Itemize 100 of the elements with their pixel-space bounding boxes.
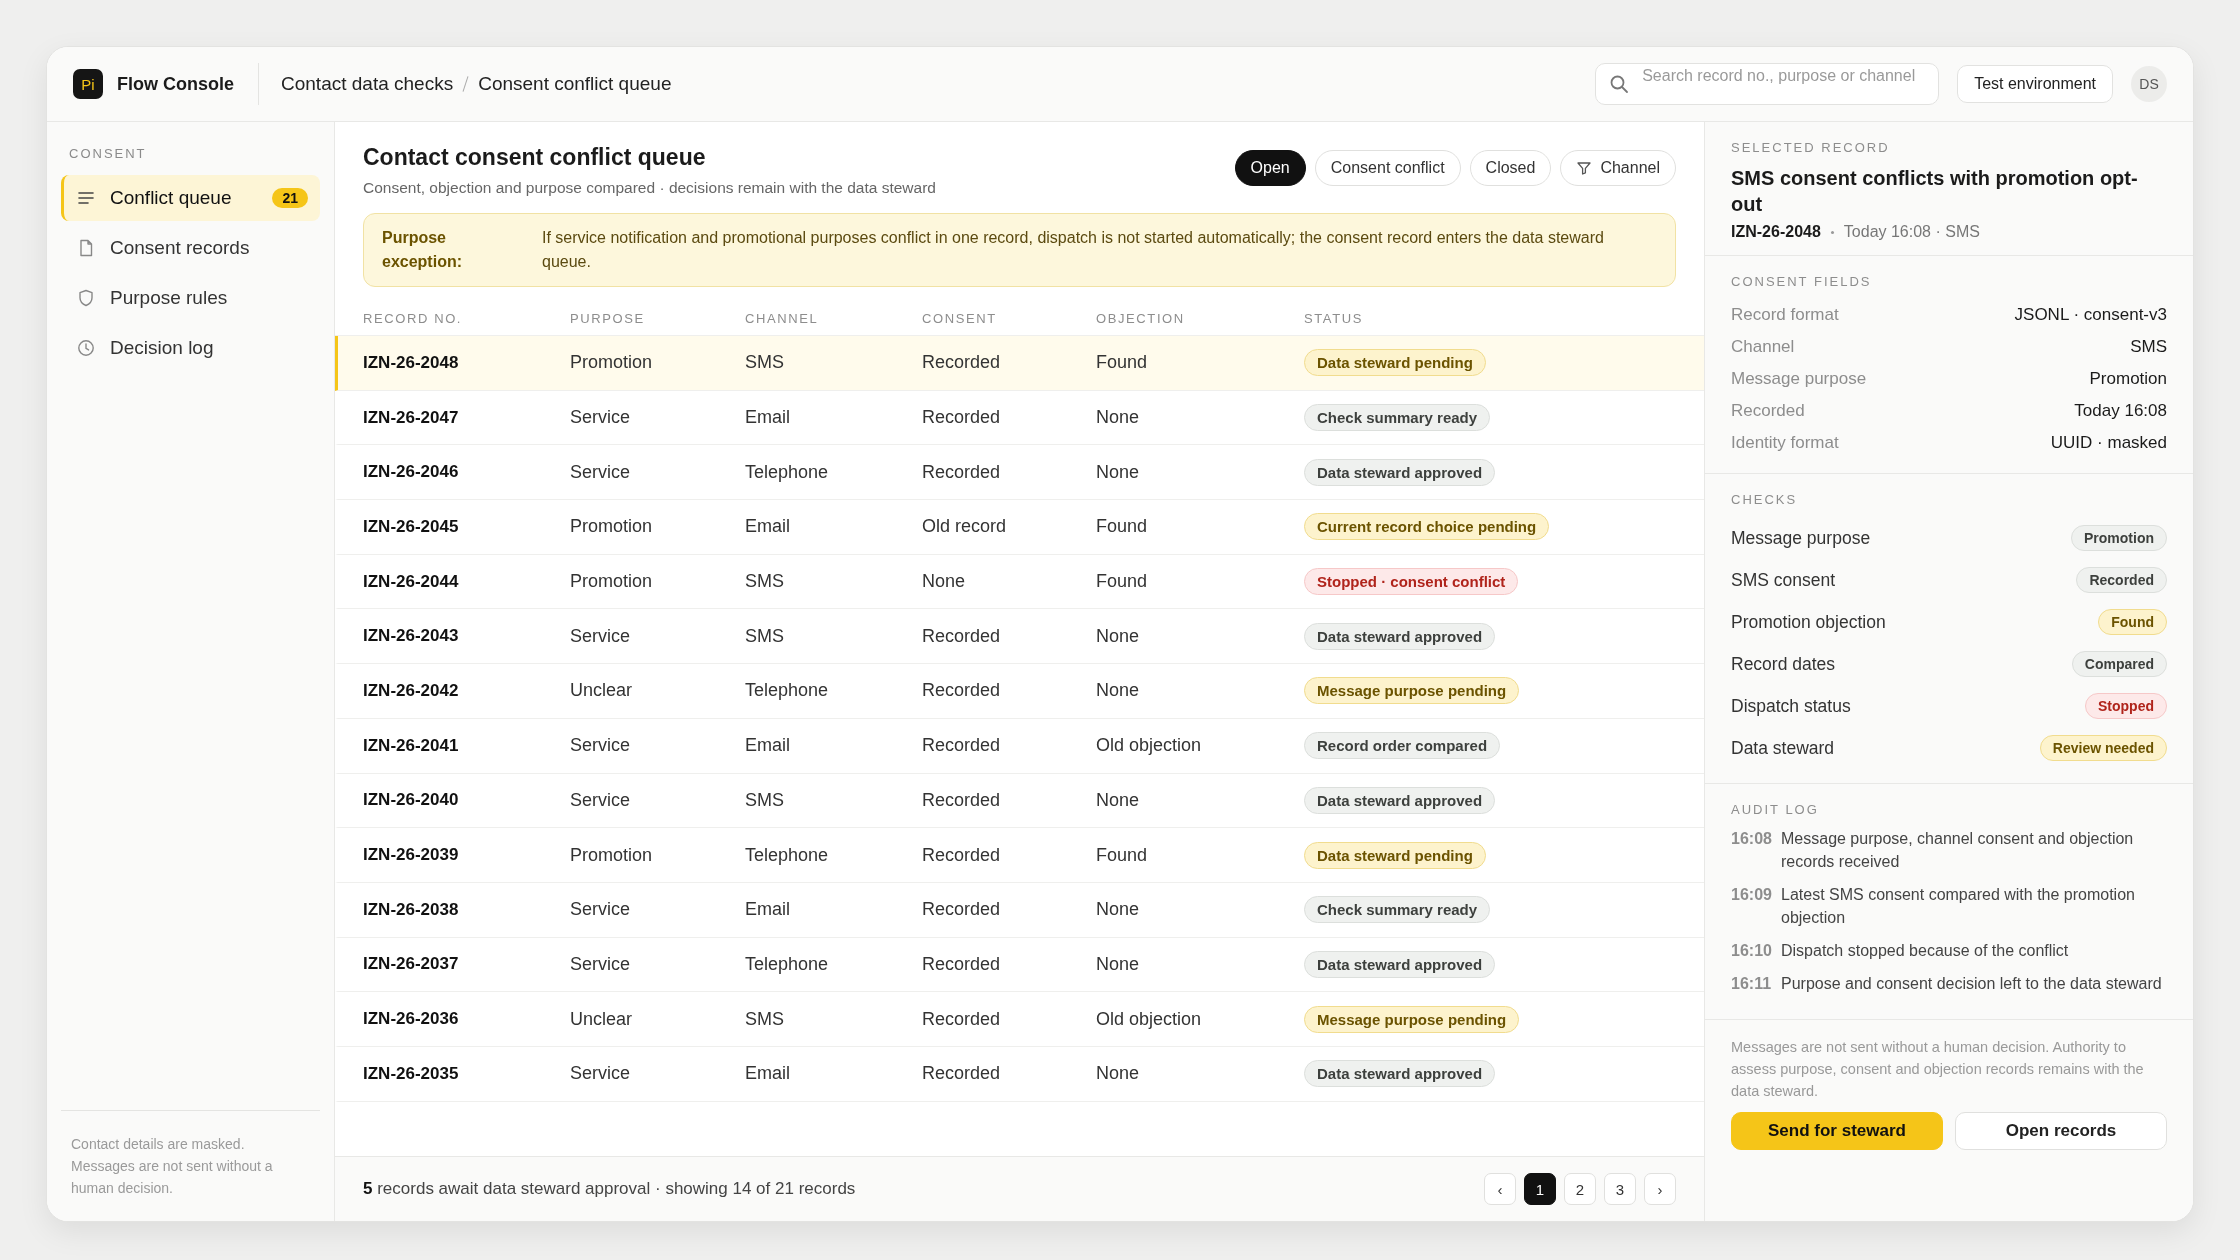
filter-chip[interactable]: Channel bbox=[1560, 150, 1676, 186]
separator-dot bbox=[1830, 230, 1834, 234]
search-field[interactable]: Search record no., purpose or channel bbox=[1595, 63, 1940, 105]
table-row[interactable]: IZN-26-2048 Promotion SMS Recorded Found Data steward pending bbox=[335, 336, 1704, 391]
table-cell-text: Service bbox=[570, 953, 632, 975]
next-page-button[interactable]: › bbox=[1644, 1173, 1676, 1205]
table-cell-text: None bbox=[1096, 461, 1141, 483]
previous-page-button[interactable]: ‹ bbox=[1484, 1173, 1516, 1205]
table-cell-text: Recorded bbox=[922, 844, 1002, 866]
table-cell-text: Email bbox=[745, 516, 791, 538]
status-badge: Record order compared bbox=[1304, 732, 1501, 760]
field-label: Channel bbox=[1731, 337, 1795, 357]
status-badge: Stopped · consent conflict bbox=[1304, 568, 1519, 596]
filter-chip[interactable]: Closed bbox=[1469, 150, 1552, 186]
table-cell-text: Service bbox=[570, 789, 632, 811]
table-row[interactable]: IZN-26-2039 Promotion Telephone Recorded Found Data steward pending bbox=[335, 828, 1704, 883]
check-badge: Stopped bbox=[2085, 693, 2167, 719]
status-badge: Current record choice pending bbox=[1304, 513, 1550, 541]
status-badge: Data steward approved bbox=[1304, 786, 1496, 814]
table-cell-text: Unclear bbox=[570, 1008, 634, 1030]
table-cell-text: Service bbox=[570, 625, 632, 647]
table-row[interactable]: IZN-26-2043 Service SMS Recorded None Data steward approved bbox=[335, 609, 1704, 665]
table-cell-text: Telephone bbox=[745, 953, 830, 975]
field-label: Message purpose bbox=[1731, 369, 1867, 389]
table-cell-text: Recorded bbox=[922, 953, 1002, 975]
table-row[interactable]: IZN-26-2041 Service Email Recorded Old objection Record order compared bbox=[335, 718, 1704, 774]
sidebar-item[interactable]: Consent records bbox=[61, 225, 320, 271]
check-label: Promotion objection bbox=[1731, 611, 1886, 633]
page-button[interactable]: 3 bbox=[1604, 1173, 1636, 1205]
notice-text: If service notification and promotional purposes conflict in one record, dispatch is not started automatically; the consent record enters the data steward queue. bbox=[542, 228, 1605, 272]
table-cell-text: None bbox=[1096, 680, 1141, 702]
section-label: SELECTED RECORD bbox=[1731, 140, 1891, 155]
table-cell-text: Recorded bbox=[922, 789, 1002, 811]
status-badge: Message purpose pending bbox=[1304, 677, 1520, 705]
table-cell-text: Old objection bbox=[1096, 735, 1203, 757]
status-badge: Data steward approved bbox=[1304, 950, 1496, 978]
user-avatar[interactable]: DS bbox=[2131, 66, 2167, 102]
table-cell-text: Telephone bbox=[745, 844, 830, 866]
table-cell-text: IZN-26-2047 bbox=[363, 407, 460, 428]
field-label: Identity format bbox=[1731, 433, 1839, 453]
breadcrumb-link[interactable]: Contact data checks bbox=[281, 73, 454, 95]
logo-icon: Pi bbox=[73, 69, 103, 99]
table-cell-text: Recorded bbox=[922, 461, 1002, 483]
count-badge: 21 bbox=[272, 188, 308, 208]
table-cell-text: Promotion bbox=[570, 844, 654, 866]
table-cell-text: None bbox=[1096, 953, 1141, 975]
field-label: Record format bbox=[1731, 305, 1839, 325]
table-cell-text: Found bbox=[1096, 516, 1149, 538]
check-badge: Compared bbox=[2071, 651, 2167, 677]
record-number: IZN-26-2048 bbox=[1731, 223, 1821, 241]
page-subtitle: Consent, objection and purpose compared · decisions remain with the data steward bbox=[363, 179, 937, 197]
table-cell-text: Telephone bbox=[745, 461, 830, 483]
page-button[interactable]: 1 bbox=[1524, 1173, 1556, 1205]
action-button[interactable]: Open records bbox=[1955, 1112, 2167, 1150]
table-cell-text: SMS bbox=[745, 789, 785, 811]
table-row[interactable]: IZN-26-2036 Unclear SMS Recorded Old objection Message purpose pending bbox=[335, 992, 1704, 1047]
status-badge: Message purpose pending bbox=[1304, 1005, 1520, 1033]
section-label: CONSENT bbox=[68, 146, 148, 163]
table-cell-text: Old record bbox=[922, 516, 1008, 538]
table-cell-text: Unclear bbox=[570, 680, 634, 702]
table-row[interactable]: IZN-26-2047 Service Email Recorded None Check summary ready bbox=[335, 390, 1704, 446]
table-cell-text: Promotion bbox=[570, 516, 654, 538]
table-row[interactable]: IZN-26-2035 Service Email Recorded None Data steward approved bbox=[335, 1046, 1704, 1102]
table-cell-text: Recorded bbox=[922, 625, 1002, 647]
table-cell-text: None bbox=[1096, 625, 1141, 647]
table-cell-text: IZN-26-2036 bbox=[363, 1009, 460, 1030]
filter-chip[interactable]: Open bbox=[1234, 150, 1306, 186]
filter-chip[interactable]: Consent conflict bbox=[1314, 150, 1461, 186]
check-badge: Review needed bbox=[2039, 735, 2167, 761]
app-name: Flow Console bbox=[117, 73, 234, 95]
check-label: Dispatch status bbox=[1731, 695, 1851, 717]
table-cell-text: None bbox=[1096, 407, 1141, 429]
sidebar-item[interactable]: Decision log bbox=[61, 325, 320, 371]
table-row[interactable]: IZN-26-2040 Service SMS Recorded None Data steward approved bbox=[335, 773, 1704, 829]
section-label: CONSENT FIELDS bbox=[1731, 274, 1873, 289]
environment-button[interactable]: Test environment bbox=[1957, 65, 2113, 103]
column-header: STATUS bbox=[1304, 310, 1364, 326]
page-button[interactable]: 2 bbox=[1564, 1173, 1596, 1205]
table-cell-text: IZN-26-2045 bbox=[363, 516, 460, 537]
check-label: SMS consent bbox=[1731, 569, 1836, 591]
table-row[interactable]: IZN-26-2042 Unclear Telephone Recorded None Message purpose pending bbox=[335, 664, 1704, 719]
action-button[interactable]: Send for steward bbox=[1731, 1112, 1943, 1150]
sidebar-item[interactable]: Purpose rules bbox=[61, 275, 320, 321]
table-row[interactable]: IZN-26-2044 Promotion SMS None Found Stopped · consent conflict bbox=[335, 554, 1704, 610]
table-row[interactable]: IZN-26-2037 Service Telephone Recorded None Data steward approved bbox=[335, 937, 1704, 993]
table-row[interactable]: IZN-26-2045 Promotion Email Old record Found Current record choice pending bbox=[335, 500, 1704, 555]
breadcrumb-link[interactable]: Consent conflict queue bbox=[478, 73, 672, 95]
field-value: SMS bbox=[2130, 337, 2167, 357]
table-cell-text: Recorded bbox=[922, 680, 1002, 702]
table-row[interactable]: IZN-26-2046 Service Telephone Recorded None Data steward approved bbox=[335, 445, 1704, 501]
log-entry: Message purpose, channel consent and objection records received bbox=[1781, 829, 2135, 872]
table-cell-text: Found bbox=[1096, 571, 1149, 593]
table-row[interactable]: IZN-26-2038 Service Email Recorded None Check summary ready bbox=[335, 882, 1704, 938]
table-cell-text: Service bbox=[570, 461, 632, 483]
table-cell-text: None bbox=[1096, 899, 1141, 921]
table-cell-text: SMS bbox=[745, 625, 785, 647]
notice-label: Purpose exception: bbox=[382, 228, 463, 272]
table-cell-text: Email bbox=[745, 407, 791, 429]
status-badge: Check summary ready bbox=[1304, 404, 1491, 432]
sidebar-item[interactable]: Conflict queue 21 bbox=[61, 175, 320, 221]
